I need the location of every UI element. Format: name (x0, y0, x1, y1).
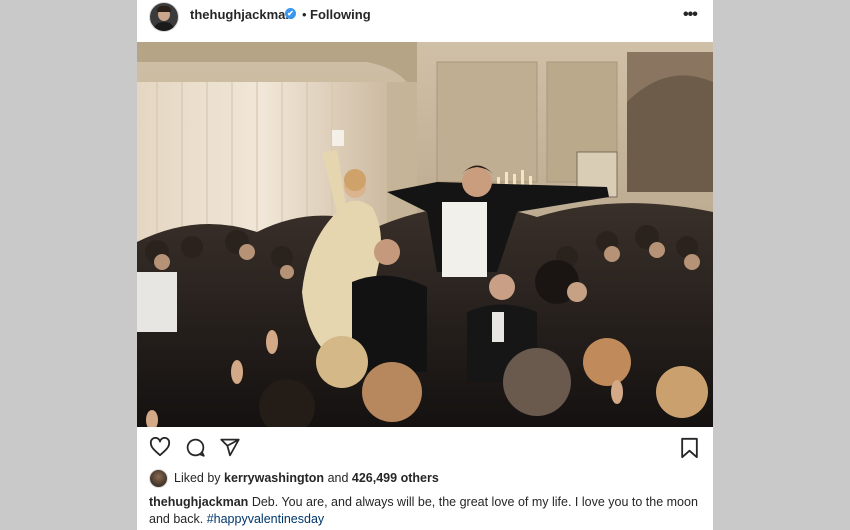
likes-count[interactable]: 426,499 others (352, 471, 439, 485)
heart-icon[interactable] (149, 436, 171, 462)
caption-hashtag[interactable]: #happyvalentinesday (207, 512, 324, 526)
post-photo[interactable] (137, 42, 713, 427)
liker-username[interactable]: kerrywashington (224, 471, 324, 485)
post-actions-bar (137, 434, 713, 462)
bookmark-icon[interactable] (680, 437, 699, 464)
post-caption: thehughjackman Deb. You are, and always … (149, 494, 704, 528)
liker-avatar[interactable] (149, 468, 168, 488)
likes-connector: and (327, 471, 349, 485)
verified-badge-icon: ✔ (285, 8, 296, 19)
more-options-icon[interactable]: ••• (683, 6, 698, 24)
likes-prefix: Liked by (174, 471, 221, 485)
caption-username[interactable]: thehughjackman (149, 495, 248, 509)
post-username[interactable]: thehughjackman (190, 7, 293, 22)
following-button[interactable]: Following (310, 7, 371, 22)
likes-summary: Liked by kerrywashington and 426,499 oth… (149, 468, 439, 488)
instagram-post: thehughjackman ✔ • Following ••• Liked b… (137, 0, 713, 530)
share-icon[interactable] (219, 437, 241, 463)
wedding-photo-illustration (137, 42, 713, 427)
comment-icon[interactable] (185, 437, 206, 463)
profile-avatar[interactable] (149, 2, 179, 32)
separator-dot: • (302, 7, 307, 22)
post-header: thehughjackman ✔ • Following ••• (137, 0, 713, 42)
